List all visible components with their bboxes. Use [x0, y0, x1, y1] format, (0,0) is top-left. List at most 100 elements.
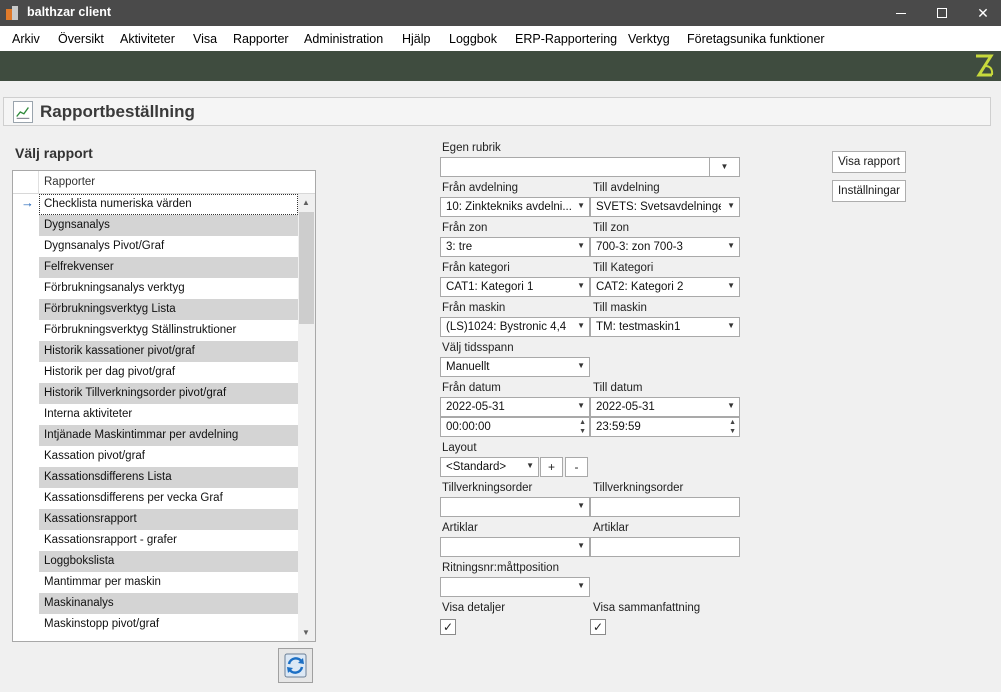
- menu-administration[interactable]: Administration: [304, 32, 383, 46]
- till-datum-picker[interactable]: 2022-05-31 ▼: [590, 397, 740, 417]
- fran-kategori-select[interactable]: CAT1: Kategori 1 ▼: [440, 277, 590, 297]
- menu-oversikt[interactable]: Översikt: [58, 32, 104, 46]
- row-selector[interactable]: [13, 341, 39, 362]
- row-selector[interactable]: [13, 467, 39, 488]
- report-name-cell[interactable]: Felfrekvenser: [39, 257, 298, 278]
- tillverkningsorder-fran-select[interactable]: ▼: [440, 497, 590, 517]
- close-button[interactable]: ✕: [962, 0, 1001, 26]
- report-name-cell[interactable]: Historik kassationer pivot/graf: [39, 341, 298, 362]
- report-list-row[interactable]: Förbrukningsanalys verktyg: [13, 278, 298, 299]
- row-selector[interactable]: [13, 509, 39, 530]
- layout-remove-button[interactable]: -: [565, 457, 588, 477]
- till-tid-spinner[interactable]: 23:59:59 ▲ ▼: [590, 417, 740, 437]
- report-name-cell[interactable]: Förbrukningsverktyg Ställinstruktioner: [39, 320, 298, 341]
- visa-detaljer-checkbox[interactable]: ✓: [440, 619, 456, 635]
- report-list-row[interactable]: Dygnsanalys Pivot/Graf: [13, 236, 298, 257]
- report-list-row[interactable]: Mantimmar per maskin: [13, 572, 298, 593]
- report-list-row[interactable]: Historik kassationer pivot/graf: [13, 341, 298, 362]
- report-list-row[interactable]: Felfrekvenser: [13, 257, 298, 278]
- row-selector[interactable]: [13, 572, 39, 593]
- report-name-cell[interactable]: Kassationsrapport: [39, 509, 298, 530]
- scroll-down-icon[interactable]: ▼: [302, 628, 310, 637]
- report-name-cell[interactable]: Historik per dag pivot/graf: [39, 362, 298, 383]
- menu-verktyg[interactable]: Verktyg: [628, 32, 670, 46]
- row-selector[interactable]: [13, 404, 39, 425]
- row-selector[interactable]: [13, 257, 39, 278]
- spin-arrows-icon[interactable]: ▲ ▼: [729, 418, 736, 436]
- row-selector[interactable]: [13, 299, 39, 320]
- artiklar-fran-select[interactable]: ▼: [440, 537, 590, 557]
- report-list-row[interactable]: Kassation pivot/graf: [13, 446, 298, 467]
- spin-arrows-icon[interactable]: ▲ ▼: [579, 418, 586, 436]
- layout-add-button[interactable]: +: [540, 457, 563, 477]
- report-name-cell[interactable]: Loggbokslista: [39, 551, 298, 572]
- report-name-cell[interactable]: Interna aktiviteter: [39, 404, 298, 425]
- menu-arkiv[interactable]: Arkiv: [12, 32, 40, 46]
- menu-erp-rapportering[interactable]: ERP-Rapportering: [515, 32, 617, 46]
- report-name-cell[interactable]: Kassationsdifferens per vecka Graf: [39, 488, 298, 509]
- fran-maskin-select[interactable]: (LS)1024: Bystronic 4,4 ▼: [440, 317, 590, 337]
- visa-sammanfattning-checkbox[interactable]: ✓: [590, 619, 606, 635]
- report-list-row[interactable]: Interna aktiviteter: [13, 404, 298, 425]
- row-selector[interactable]: [13, 530, 39, 551]
- menu-rapporter[interactable]: Rapporter: [233, 32, 289, 46]
- scroll-up-icon[interactable]: ▲: [302, 198, 310, 207]
- report-name-cell[interactable]: Dygnsanalys Pivot/Graf: [39, 236, 298, 257]
- till-kategori-select[interactable]: CAT2: Kategori 2 ▼: [590, 277, 740, 297]
- report-name-cell[interactable]: Kassationsrapport - grafer: [39, 530, 298, 551]
- report-list-row[interactable]: → Checklista numeriska värden: [13, 194, 298, 215]
- egen-rubrik-dropdown-button[interactable]: ▼: [709, 157, 740, 177]
- layout-select[interactable]: <Standard> ▼: [440, 457, 539, 477]
- row-selector[interactable]: [13, 362, 39, 383]
- report-list-row[interactable]: Kassationsdifferens Lista: [13, 467, 298, 488]
- report-name-cell[interactable]: Intjänade Maskintimmar per avdelning: [39, 425, 298, 446]
- fran-datum-picker[interactable]: 2022-05-31 ▼: [440, 397, 590, 417]
- visa-rapport-button[interactable]: Visa rapport: [832, 151, 906, 173]
- ritningsnr-select[interactable]: ▼: [440, 577, 590, 597]
- fran-zon-select[interactable]: 3: tre ▼: [440, 237, 590, 257]
- installningar-button[interactable]: Inställningar: [832, 180, 906, 202]
- tidsspann-select[interactable]: Manuellt ▼: [440, 357, 590, 377]
- report-list-row[interactable]: Kassationsrapport: [13, 509, 298, 530]
- menu-foretagsunika-funktioner[interactable]: Företagsunika funktioner: [687, 32, 825, 46]
- report-list-row[interactable]: Förbrukningsverktyg Lista: [13, 299, 298, 320]
- grid-scrollbar[interactable]: ▲ ▼: [298, 194, 315, 641]
- menu-loggbok[interactable]: Loggbok: [449, 32, 497, 46]
- tillverkningsorder-till-input[interactable]: [590, 497, 740, 517]
- row-selector[interactable]: [13, 446, 39, 467]
- egen-rubrik-input[interactable]: [440, 157, 710, 177]
- fran-avdelning-select[interactable]: 10: Zinktekniks avdelni... ▼: [440, 197, 590, 217]
- report-name-cell[interactable]: Maskinanalys: [39, 593, 298, 614]
- till-maskin-select[interactable]: TM: testmaskin1 ▼: [590, 317, 740, 337]
- report-list-row[interactable]: Maskinstopp pivot/graf: [13, 614, 298, 635]
- report-name-cell[interactable]: Mantimmar per maskin: [39, 572, 298, 593]
- till-avdelning-select[interactable]: SVETS: Svetsavdelningen ▼: [590, 197, 740, 217]
- report-list-row[interactable]: Kassationsrapport - grafer: [13, 530, 298, 551]
- row-selector[interactable]: [13, 614, 39, 635]
- report-list-row[interactable]: Kassationsdifferens per vecka Graf: [13, 488, 298, 509]
- menu-aktiviteter[interactable]: Aktiviteter: [120, 32, 175, 46]
- till-zon-select[interactable]: 700-3: zon 700-3 ▼: [590, 237, 740, 257]
- row-selector[interactable]: [13, 236, 39, 257]
- report-list-row[interactable]: Förbrukningsverktyg Ställinstruktioner: [13, 320, 298, 341]
- row-selector[interactable]: [13, 488, 39, 509]
- menu-hjalp[interactable]: Hjälp: [402, 32, 431, 46]
- report-name-cell[interactable]: Maskinstopp pivot/graf: [39, 614, 298, 635]
- row-selector[interactable]: →: [13, 194, 39, 215]
- row-selector[interactable]: [13, 425, 39, 446]
- report-name-cell[interactable]: Checklista numeriska värden: [39, 194, 298, 215]
- report-name-cell[interactable]: Förbrukningsverktyg Lista: [39, 299, 298, 320]
- column-header-rapporter[interactable]: Rapporter: [44, 176, 95, 188]
- minimize-button[interactable]: [880, 0, 922, 26]
- report-name-cell[interactable]: Dygnsanalys: [39, 215, 298, 236]
- fran-tid-spinner[interactable]: 00:00:00 ▲ ▼: [440, 417, 590, 437]
- report-list-row[interactable]: Dygnsanalys: [13, 215, 298, 236]
- row-selector[interactable]: [13, 278, 39, 299]
- scrollbar-thumb[interactable]: [299, 212, 314, 324]
- row-selector[interactable]: [13, 215, 39, 236]
- report-name-cell[interactable]: Historik Tillverkningsorder pivot/graf: [39, 383, 298, 404]
- row-selector[interactable]: [13, 551, 39, 572]
- artiklar-till-input[interactable]: [590, 537, 740, 557]
- refresh-button[interactable]: [278, 648, 313, 683]
- row-selector[interactable]: [13, 593, 39, 614]
